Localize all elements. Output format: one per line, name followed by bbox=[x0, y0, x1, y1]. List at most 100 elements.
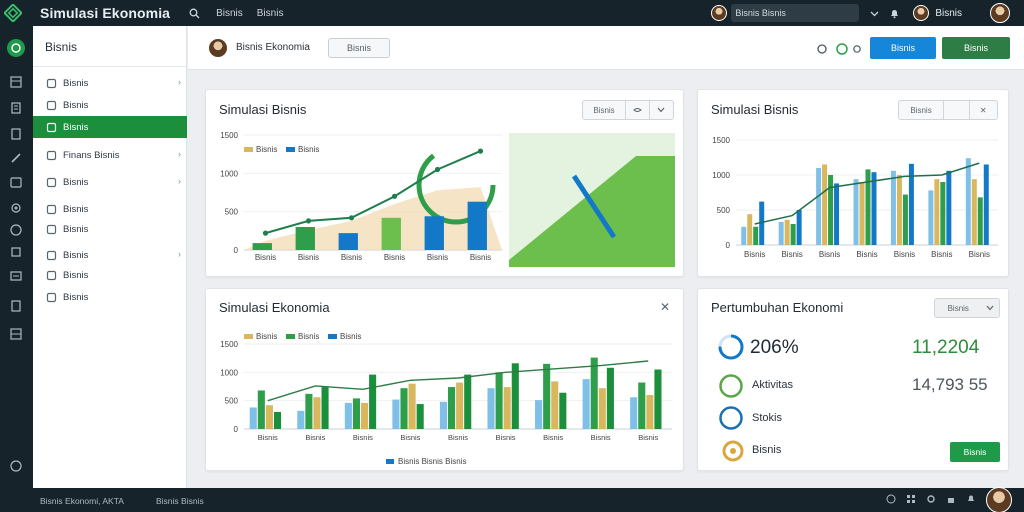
bar bbox=[252, 243, 272, 250]
avatar[interactable] bbox=[711, 5, 728, 21]
line-point bbox=[262, 230, 269, 236]
bell-icon[interactable] bbox=[966, 494, 976, 506]
x-tick-label: Bisnis bbox=[543, 433, 563, 442]
calendar-icon[interactable] bbox=[8, 174, 24, 190]
user-name[interactable]: Bisnis bbox=[935, 8, 962, 19]
x-tick-label: Bisnis bbox=[819, 250, 840, 259]
bar bbox=[257, 390, 265, 429]
chevron-down-icon[interactable] bbox=[867, 6, 881, 20]
sidebar-item-9[interactable]: Bisnis bbox=[33, 286, 187, 308]
bell-icon[interactable] bbox=[887, 6, 901, 20]
help-icon[interactable] bbox=[8, 458, 24, 474]
search-input[interactable]: Bisnis Bisnis bbox=[731, 4, 860, 22]
clock-icon bbox=[45, 176, 57, 188]
x-tick-label: Bisnis bbox=[384, 253, 405, 262]
profile-avatar[interactable] bbox=[990, 3, 1010, 23]
tag-icon[interactable] bbox=[8, 244, 24, 260]
edit-icon[interactable] bbox=[8, 150, 24, 166]
header-blue-button[interactable]: Bisnis bbox=[870, 37, 936, 59]
help-icon[interactable] bbox=[886, 494, 896, 506]
bar bbox=[559, 392, 567, 429]
x-tick-label: Bisnis bbox=[258, 433, 278, 442]
x-tick-label: Bisnis bbox=[353, 433, 373, 442]
dropdown-select[interactable]: Bisnis bbox=[934, 298, 1000, 318]
header-avatar[interactable] bbox=[208, 38, 228, 58]
card-action-button[interactable]: Bisnis bbox=[950, 442, 1000, 462]
file-icon[interactable] bbox=[8, 126, 24, 142]
app-logo-icon[interactable] bbox=[0, 0, 26, 26]
settings-icon[interactable] bbox=[8, 200, 24, 216]
home-icon[interactable] bbox=[6, 38, 26, 58]
legend-label: Bisnis bbox=[298, 145, 319, 154]
sidebar-item-8[interactable]: Bisnis bbox=[33, 264, 187, 286]
dashboard-icon[interactable] bbox=[8, 74, 24, 90]
sidebar-item-label: Bisnis bbox=[63, 176, 89, 188]
search-text: Bisnis Bisnis bbox=[735, 8, 786, 18]
search-icon[interactable] bbox=[182, 3, 206, 23]
refresh-icon[interactable] bbox=[816, 42, 828, 54]
sidebar-item-1[interactable]: Bisnis bbox=[33, 94, 187, 116]
document-icon[interactable] bbox=[8, 100, 24, 116]
app-title: Simulasi Ekonomia bbox=[40, 5, 171, 21]
footer-avatar[interactable] bbox=[986, 487, 1012, 512]
header-green-button[interactable]: Bisnis bbox=[942, 37, 1010, 59]
user-avatar[interactable] bbox=[913, 5, 930, 21]
card-simulasi-bisnis-a: Simulasi Bisnis Bisnis 0 500 1000 1500 Bisni… bbox=[205, 89, 684, 277]
bar bbox=[551, 381, 559, 429]
legend-label: Bisnis bbox=[340, 332, 361, 341]
x-tick-label: Bisnis bbox=[496, 433, 516, 442]
bar bbox=[408, 383, 416, 429]
export-icon[interactable] bbox=[8, 298, 24, 314]
bar bbox=[784, 219, 790, 245]
bar bbox=[416, 404, 424, 429]
sidebar-item-5[interactable]: Bisnis bbox=[33, 198, 187, 220]
table-icon[interactable] bbox=[8, 326, 24, 342]
list-icon[interactable] bbox=[8, 268, 24, 284]
bar bbox=[392, 399, 400, 429]
sidebar-item-7[interactable]: Bisnis › bbox=[33, 244, 187, 266]
info-icon[interactable] bbox=[8, 222, 24, 238]
top-menu-item-1[interactable]: Bisnis bbox=[216, 8, 243, 19]
bar bbox=[297, 410, 305, 429]
bar bbox=[543, 363, 551, 429]
sidebar-item-0[interactable]: Bisnis › bbox=[33, 72, 187, 94]
bar bbox=[965, 158, 971, 245]
header-outline-button[interactable]: Bisnis bbox=[328, 38, 390, 58]
line-point bbox=[391, 193, 398, 199]
bar bbox=[646, 395, 654, 429]
line-point bbox=[434, 166, 441, 173]
lock-icon[interactable] bbox=[946, 494, 956, 506]
sidebar-item-4[interactable]: Bisnis › bbox=[33, 171, 187, 193]
y-tick-label: 500 bbox=[225, 208, 239, 217]
info-icon[interactable] bbox=[852, 42, 862, 54]
x-tick-label: Bisnis bbox=[894, 250, 915, 259]
bar bbox=[305, 393, 313, 429]
sidebar-item-2[interactable]: Bisnis bbox=[33, 116, 187, 138]
chevron-down-icon bbox=[982, 299, 999, 317]
bar bbox=[834, 183, 840, 245]
chart-icon bbox=[45, 121, 57, 133]
x-tick-label: Bisnis bbox=[448, 433, 468, 442]
stat-label-bisnis: Bisnis bbox=[752, 444, 782, 456]
check-circle-icon[interactable] bbox=[836, 42, 848, 55]
legend-swatch bbox=[244, 334, 253, 339]
document-icon bbox=[45, 223, 57, 235]
ring-icon bbox=[719, 406, 743, 430]
sidebar-item-3[interactable]: Finans Bisnis › bbox=[33, 144, 187, 166]
sidebar-item-6[interactable]: Bisnis bbox=[33, 218, 187, 240]
legend-swatch bbox=[244, 147, 253, 152]
grid-icon[interactable] bbox=[906, 494, 916, 506]
chat-icon bbox=[45, 149, 57, 161]
bar bbox=[890, 170, 896, 245]
bar bbox=[265, 405, 273, 429]
bar bbox=[273, 412, 282, 429]
bar bbox=[381, 217, 401, 250]
x-tick-label: Bisnis bbox=[255, 253, 276, 262]
bar bbox=[871, 172, 877, 245]
top-menu-item-2[interactable]: Bisnis bbox=[257, 8, 284, 19]
card-simulasi-bisnis-b: Simulasi Bisnis Bisnis ✕ 0 500 1000 1500 Bis… bbox=[697, 89, 1009, 277]
settings-icon[interactable] bbox=[926, 494, 936, 506]
legend-swatch bbox=[386, 459, 394, 464]
x-tick-label: Bisnis bbox=[298, 253, 319, 262]
mail-icon bbox=[45, 249, 57, 261]
